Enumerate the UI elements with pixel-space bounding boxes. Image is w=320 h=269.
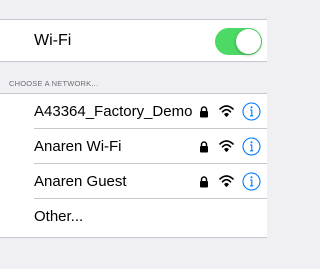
network-row[interactable]: A43364_Factory_Demo xyxy=(0,94,267,129)
wifi-toggle-row: Wi-Fi xyxy=(0,19,267,62)
network-row[interactable]: Anaren Guest xyxy=(0,164,267,199)
network-row[interactable]: Anaren Wi-Fi xyxy=(0,129,267,164)
wifi-settings-screen: Wi-Fi CHOOSE A NETWORK... A43364_Factory… xyxy=(0,0,267,269)
lock-icon xyxy=(200,176,208,188)
info-icon[interactable] xyxy=(242,102,261,121)
network-name: A43364_Factory_Demo xyxy=(34,103,193,120)
network-name: Anaren Wi-Fi xyxy=(34,138,122,155)
toggle-knob xyxy=(236,29,261,54)
wifi-signal-icon xyxy=(219,140,234,152)
lock-icon xyxy=(200,106,208,118)
network-name: Anaren Guest xyxy=(34,173,127,190)
info-icon[interactable] xyxy=(242,137,261,156)
other-network-label: Other... xyxy=(34,208,84,225)
lock-icon xyxy=(200,141,208,153)
wifi-signal-icon xyxy=(219,105,234,117)
choose-network-header: CHOOSE A NETWORK... xyxy=(9,79,99,88)
wifi-label: Wi-Fi xyxy=(34,32,72,49)
info-icon[interactable] xyxy=(242,172,261,191)
network-list: A43364_Factory_Demo Anaren Wi-Fi Anaren … xyxy=(0,93,267,238)
wifi-signal-icon xyxy=(219,175,234,187)
other-network-row[interactable]: Other... xyxy=(0,199,267,234)
wifi-toggle[interactable] xyxy=(215,28,262,55)
